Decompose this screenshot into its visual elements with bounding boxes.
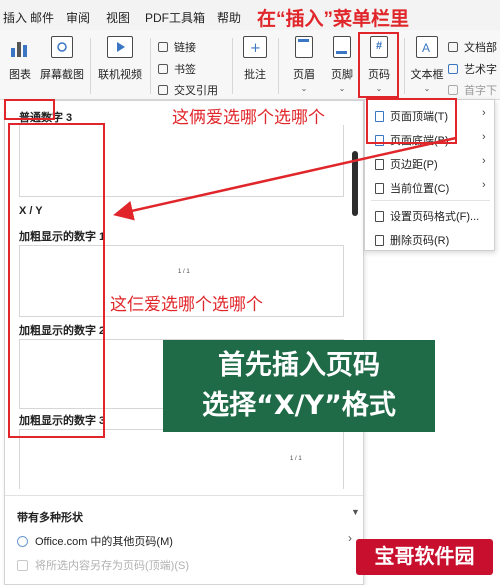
office-more-page-numbers-item[interactable]: Office.com 中的其他页码(M) xyxy=(17,533,173,549)
format-page-numbers-icon xyxy=(375,211,384,222)
cross-reference-label: 交叉引用 xyxy=(174,85,218,97)
annotation-bold-options: 这仨爱选哪个选哪个 xyxy=(110,295,263,314)
current-position-label: 当前位置(C) xyxy=(390,183,450,195)
menu-review[interactable]: 审阅 xyxy=(66,9,90,26)
page-margins-label: 页边距(P) xyxy=(390,159,438,171)
chart-button[interactable]: 图表 xyxy=(4,36,36,82)
comment-button[interactable]: + 批注 xyxy=(238,36,272,82)
textbox-button[interactable]: A 文本框 ⌄ xyxy=(408,36,446,93)
header-label: 页眉 xyxy=(293,69,315,81)
chevron-right-icon: › xyxy=(482,107,486,119)
svg-text:A: A xyxy=(422,41,430,55)
xy-highlight xyxy=(4,99,55,120)
chevron-down-icon: ⌄ xyxy=(423,84,431,93)
online-video-label: 联机视频 xyxy=(98,69,142,81)
save-selection-label: 将所选内容另存为页码(顶端)(S) xyxy=(35,560,189,572)
screenshot-button[interactable]: 屏幕截图 xyxy=(38,36,86,82)
instruction-line-1: 首先插入页码 xyxy=(218,350,380,381)
menu-item-current-position[interactable]: 当前位置(C) xyxy=(375,180,449,196)
textbox-icon: A xyxy=(416,36,438,58)
remove-page-numbers-label: 删除页码(R) xyxy=(390,235,450,247)
ribbon-divider xyxy=(90,38,91,94)
insert-menu-hint: 在“插入”菜单栏里 xyxy=(257,9,410,30)
save-selection-item[interactable]: 将所选内容另存为页码(顶端)(S) xyxy=(17,557,189,573)
gallery-section-shapes: 带有多种形状 xyxy=(17,512,83,524)
chevron-right-icon: › xyxy=(348,531,352,545)
page-number-highlight xyxy=(358,32,399,98)
comment-label: 批注 xyxy=(244,69,266,81)
menu-view[interactable]: 视图 xyxy=(106,9,130,26)
header-icon xyxy=(295,36,313,58)
screenshot-label: 屏幕截图 xyxy=(40,69,84,81)
chevron-right-icon: › xyxy=(482,155,486,167)
screenshot-icon xyxy=(51,36,73,58)
chevron-right-icon: › xyxy=(482,131,486,143)
scrollbar-thumb[interactable] xyxy=(352,151,358,216)
dropcap-label: 首字下 xyxy=(464,85,497,97)
preview-page-number: 1 / 1 xyxy=(290,456,302,462)
dropdown-divider xyxy=(371,200,490,201)
bookmark-label: 书签 xyxy=(174,64,196,76)
online-video-button[interactable]: 联机视频 xyxy=(96,36,144,82)
wordart-label: 艺术字 xyxy=(464,64,497,76)
ribbon-divider xyxy=(232,38,233,94)
ribbon-divider xyxy=(150,38,151,94)
video-icon xyxy=(107,36,133,58)
office-globe-icon xyxy=(17,536,28,547)
menu-bar: 插入 邮件 审阅 视图 PDF工具箱 帮助 在“插入”菜单栏里 xyxy=(0,0,500,30)
chart-label: 图表 xyxy=(9,69,31,81)
remove-page-numbers-icon xyxy=(375,235,384,246)
chart-icon xyxy=(9,36,31,58)
dropcap-icon xyxy=(448,85,458,95)
footer-button[interactable]: 页脚 ⌄ xyxy=(325,36,359,93)
document-parts-label: 文档部 xyxy=(464,42,497,54)
chevron-right-icon: › xyxy=(482,179,486,191)
menu-item-page-margins[interactable]: 页边距(P) xyxy=(375,156,438,172)
link-button[interactable]: 链接 xyxy=(158,39,196,55)
watermark-logo: 宝哥软件园 xyxy=(356,539,493,575)
document-parts-button[interactable]: 文档部 xyxy=(448,39,497,55)
link-icon xyxy=(158,42,168,52)
chevron-down-icon: ⌄ xyxy=(300,84,308,93)
annotation-top-bottom: 这俩爱选哪个选哪个 xyxy=(172,108,325,127)
scroll-down-icon[interactable]: ▼ xyxy=(351,507,360,517)
dropcap-button[interactable]: 首字下 xyxy=(448,82,497,98)
wordart-button[interactable]: 艺术字 xyxy=(448,61,497,77)
menu-insert[interactable]: 插入 xyxy=(3,9,27,26)
preview-bold-number-3[interactable]: 1 / 1 xyxy=(19,429,344,489)
footer-label: 页脚 xyxy=(331,69,353,81)
menu-item-remove-page-numbers[interactable]: 删除页码(R) xyxy=(375,232,449,248)
bookmark-button[interactable]: 书签 xyxy=(158,61,196,77)
format-page-numbers-label: 设置页码格式(F)... xyxy=(390,211,480,223)
instruction-line-2: 选择“X/Y”格式 xyxy=(202,390,396,421)
menu-mail[interactable]: 邮件 xyxy=(30,9,54,26)
top-bottom-highlight xyxy=(366,98,457,144)
current-position-icon xyxy=(375,183,384,194)
header-button[interactable]: 页眉 ⌄ xyxy=(287,36,321,93)
ribbon-divider xyxy=(404,38,405,94)
ribbon-divider xyxy=(278,38,279,94)
wordart-icon xyxy=(448,64,458,74)
office-more-label: Office.com 中的其他页码(M) xyxy=(35,536,173,548)
comment-icon: + xyxy=(243,36,267,58)
textbox-label: 文本框 xyxy=(410,69,444,81)
menu-pdf-toolbox[interactable]: PDF工具箱 xyxy=(145,9,205,26)
menu-item-format-page-numbers[interactable]: 设置页码格式(F)... xyxy=(375,208,479,224)
cross-reference-icon xyxy=(158,85,168,95)
instruction-callout: 首先插入页码 选择“X/Y”格式 xyxy=(163,340,435,432)
bold-options-highlight xyxy=(8,123,105,438)
cross-reference-button[interactable]: 交叉引用 xyxy=(158,82,218,98)
link-label: 链接 xyxy=(174,42,196,54)
save-selection-icon xyxy=(17,560,28,571)
gallery-divider xyxy=(5,495,363,496)
menu-help[interactable]: 帮助 xyxy=(217,9,241,26)
svg-text:+: + xyxy=(250,41,261,56)
preview-page-number: 1 / 1 xyxy=(178,269,190,275)
bookmark-icon xyxy=(158,64,168,74)
chevron-down-icon: ⌄ xyxy=(338,84,346,93)
footer-icon xyxy=(333,36,351,58)
page-margins-icon xyxy=(375,159,384,170)
document-parts-icon xyxy=(448,42,458,52)
